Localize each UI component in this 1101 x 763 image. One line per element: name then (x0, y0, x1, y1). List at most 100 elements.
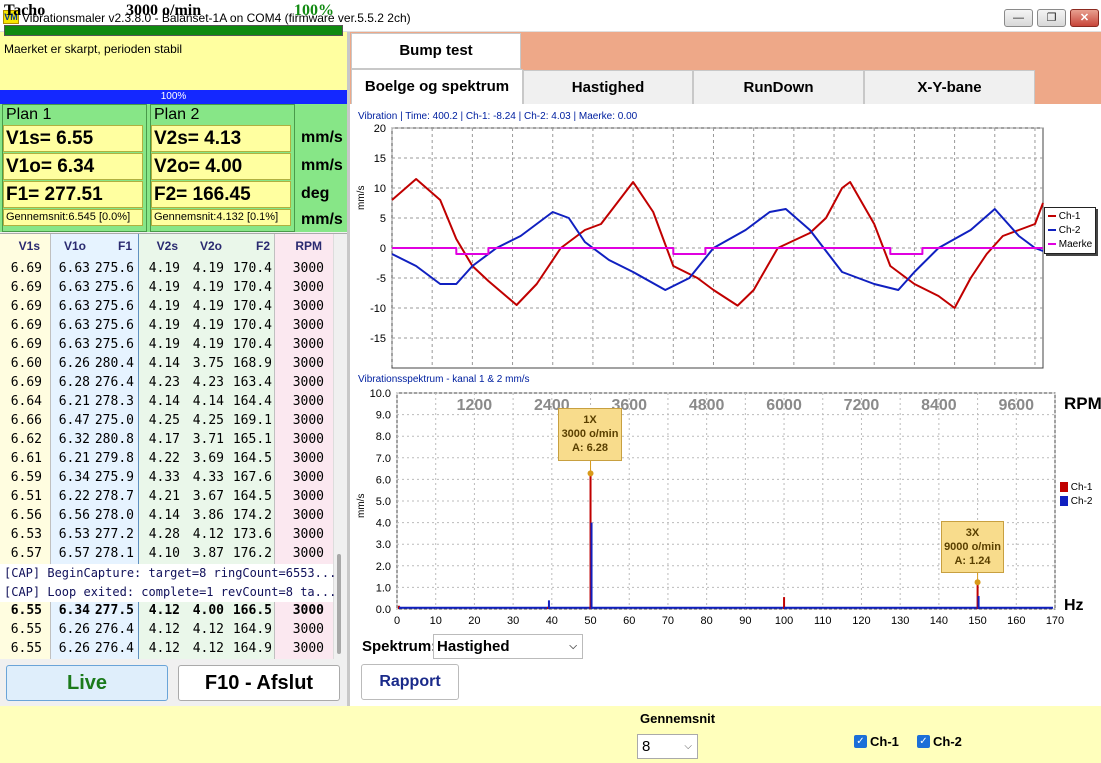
table-cell: 173.6 (232, 527, 272, 542)
y-tick-label: 20 (374, 123, 386, 135)
y-tick-label: 8.0 (376, 431, 391, 443)
rapport-button[interactable]: Rapport (361, 664, 459, 700)
tacho-status: Maerket er skarpt, perioden stabil (4, 42, 183, 56)
x-tick-label: 0 (389, 371, 395, 372)
table-cell: 165.1 (232, 432, 272, 447)
maximize-icon: ❐ (1046, 12, 1057, 24)
maximize-button[interactable]: ❐ (1037, 9, 1066, 27)
capture-progress-label: 100% (160, 91, 187, 102)
scrollbar-thumb[interactable] (337, 554, 341, 654)
table-cell: 164.5 (232, 489, 272, 504)
x-tick-label: 300 (624, 371, 642, 372)
close-button[interactable]: ✕ (1070, 9, 1099, 27)
ch2-checkbox[interactable]: ✓ (917, 735, 930, 748)
spectrum-chart[interactable]: 0 10 20 30 40 50 60 70 80 90 100 110 120 130 140 150 160… (350, 385, 1101, 632)
minimize-button[interactable]: — (1004, 9, 1033, 27)
x-tick-label: 140 (930, 615, 948, 627)
table-cell: 3000 (292, 356, 324, 371)
table-cell: 170.4 (232, 261, 272, 276)
x-tick-label: 600 (865, 371, 883, 372)
tab-xy-bane[interactable]: X-Y-bane (864, 70, 1035, 105)
tab-hastighed[interactable]: Hastighed (523, 70, 693, 105)
table-cell: 3000 (292, 641, 324, 656)
tacho-label: Tacho (4, 2, 46, 19)
waveform-chart[interactable]: 0501001502002503003504004505005506006507… (350, 104, 1101, 372)
legend-item-ch1: Ch-1 (1060, 482, 1092, 493)
y-tick-label: 2.0 (376, 561, 391, 573)
x-tick-label: 400 (704, 371, 722, 372)
rpm-axis-label: RPM (1064, 394, 1101, 413)
table-cell: 3000 (292, 489, 324, 504)
tab-rundown[interactable]: RunDown (693, 70, 864, 105)
ch1-label: Ch-1 (870, 734, 899, 749)
minimize-icon: — (1013, 12, 1024, 24)
x-tick-label: 40 (546, 615, 558, 627)
rpm-tick-label: 9600 (998, 397, 1034, 414)
x-tick-label: 60 (623, 615, 635, 627)
x-tick-label: 800 (1026, 371, 1044, 372)
spectrum-select[interactable]: Hastighed ⌵ (433, 634, 583, 659)
unit-label: mm/s (301, 157, 343, 174)
table-cell: 3000 (292, 375, 324, 390)
exit-button[interactable]: F10 - Afslut (178, 665, 340, 701)
plan2-v-s: V2s= 4.13 (151, 125, 291, 152)
unit-label: mm/s (301, 129, 343, 146)
x-tick-label: 250 (584, 371, 602, 372)
x-tick-label: 30 (507, 615, 519, 627)
x-tick-label: 150 (503, 371, 521, 372)
peak-annotation-1x: 1X 3000 o/min A: 6.28 (558, 408, 622, 461)
measurement-table[interactable]: V1s V1o F1 V2s V2o F2 RPM 6.69 6.63 275.6 4.19 4.19… (0, 233, 347, 659)
spectrum-legend: Ch-1 Ch-2 (1058, 481, 1100, 511)
tab-wave-spectrum[interactable]: Boelge og spektrum (351, 69, 523, 105)
y-tick-label: 7.0 (376, 453, 391, 465)
plan1-average: Gennemsnit:6.545 [0.0%] (3, 209, 143, 226)
table-cell: 3000 (292, 508, 324, 523)
plan2-v-o: V2o= 4.00 (151, 153, 291, 180)
hz-axis-label: Hz (1064, 597, 1084, 614)
average-select[interactable]: 8 ⌵ (637, 734, 698, 759)
table-cell: 3000 (292, 527, 324, 542)
tab-bump-test[interactable]: Bump test (351, 33, 521, 69)
table-cell: 3000 (292, 603, 324, 618)
y-tick-label: -10 (370, 303, 386, 315)
x-tick-label: 20 (468, 615, 480, 627)
table-cell: 163.4 (232, 375, 272, 390)
table-cell: 167.6 (232, 470, 272, 485)
x-tick-label: 200 (544, 371, 562, 372)
x-tick-label: 500 (785, 371, 803, 372)
table-cell: 3000 (292, 337, 324, 352)
table-cell: 3000 (292, 280, 324, 295)
table-header: F1 (117, 239, 132, 253)
x-tick-label: 80 (701, 615, 713, 627)
table-header: V2s (156, 239, 178, 253)
checkmark-icon: ✓ (856, 736, 865, 747)
table-cell: 164.9 (232, 641, 272, 656)
y-tick-label: 4.0 (376, 518, 391, 530)
live-button[interactable]: Live (6, 665, 168, 701)
log-line: [CAP] Loop exited: complete=1 revCount=8… (4, 585, 337, 599)
y-tick-label: 10.0 (370, 388, 391, 400)
x-tick-label: 110 (814, 615, 832, 627)
plan1-v-s: V1s= 6.55 (3, 125, 143, 152)
y-tick-label: -5 (376, 273, 386, 285)
x-tick-label: 550 (825, 371, 843, 372)
table-header: RPM (295, 239, 322, 253)
x-tick-label: 100 (463, 371, 481, 372)
plan1-f: F1= 277.51 (3, 181, 143, 208)
table-cell: 169.1 (232, 413, 272, 428)
x-tick-label: 450 (744, 371, 762, 372)
y-tick-label: 6.0 (376, 474, 391, 486)
unit-label: mm/s (301, 211, 343, 228)
table-cell: 3000 (292, 622, 324, 637)
ch1-checkbox[interactable]: ✓ (854, 735, 867, 748)
close-icon: ✕ (1079, 12, 1090, 24)
checkmark-icon: ✓ (919, 736, 928, 747)
table-header: V1s (18, 239, 40, 253)
table-header: V1o (63, 239, 86, 253)
y-tick-label: 0 (380, 243, 386, 255)
table-cell: 170.4 (232, 318, 272, 333)
x-tick-label: 160 (1007, 615, 1025, 627)
table-cell: 3000 (292, 413, 324, 428)
rpm-tick-label: 4800 (689, 397, 725, 414)
table-cell: 164.9 (232, 622, 272, 637)
